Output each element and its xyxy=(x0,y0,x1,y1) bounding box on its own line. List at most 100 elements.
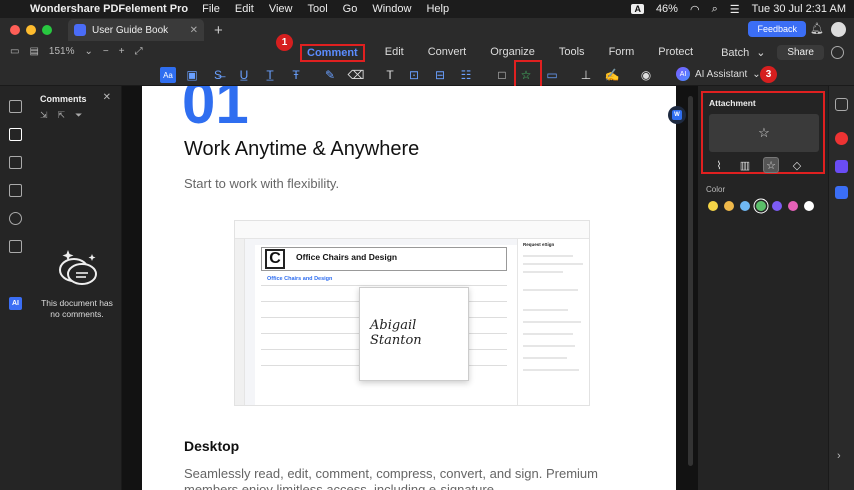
minimize-window-button[interactable] xyxy=(26,25,36,35)
notification-bell-icon[interactable]: 🔔︎ xyxy=(810,22,824,35)
menu-view[interactable]: View xyxy=(269,3,293,15)
thumbnails-icon[interactable] xyxy=(9,100,22,113)
translate-icon[interactable] xyxy=(835,186,848,199)
color-swatch[interactable] xyxy=(804,201,814,211)
eraser-icon[interactable]: ⌫ xyxy=(348,67,365,83)
ai-assistant-label: AI Assistant xyxy=(695,68,748,80)
menu-go[interactable]: Go xyxy=(343,3,358,15)
word-icon: W xyxy=(672,110,682,120)
area-highlight-icon[interactable]: ▣ xyxy=(184,67,200,83)
zoom-level[interactable]: 151% xyxy=(49,46,75,57)
callout-1: 1 xyxy=(276,34,293,51)
embedded-app-screenshot: C Office Chairs and Design Office Chairs… xyxy=(234,220,590,406)
user-avatar[interactable] xyxy=(831,22,846,37)
search-icon[interactable]: ⌕ xyxy=(712,3,718,16)
color-swatch[interactable] xyxy=(708,201,718,211)
new-tab-button[interactable]: + xyxy=(214,22,223,39)
search-panel-icon[interactable] xyxy=(9,212,22,225)
menu-window[interactable]: Window xyxy=(372,3,411,15)
color-swatch[interactable] xyxy=(772,201,782,211)
menu-help[interactable]: Help xyxy=(426,3,449,15)
text-underline-t-icon[interactable]: T̲ xyxy=(262,67,278,83)
stamp-icon[interactable]: ⊥ xyxy=(578,67,594,83)
right-icon-rail: › xyxy=(828,86,854,490)
color-swatch[interactable] xyxy=(740,201,750,211)
convert-to-word-button[interactable]: W xyxy=(668,106,686,124)
highlighter-icon[interactable]: ✎ xyxy=(322,67,338,83)
layers-icon[interactable] xyxy=(9,240,22,253)
pdf-page[interactable]: 01 Work Anytime & Anywhere Start to work… xyxy=(142,86,676,490)
document-tab[interactable]: User Guide Book ✕ xyxy=(68,19,204,41)
window-controls xyxy=(10,25,52,35)
nav-form[interactable]: Form xyxy=(605,44,639,62)
comments-icon[interactable] xyxy=(9,128,22,141)
insert-text-icon[interactable]: Ŧ xyxy=(288,67,304,83)
control-center-icon[interactable]: ☰ xyxy=(730,3,740,16)
embedded-panel-line xyxy=(523,345,575,347)
menu-edit[interactable]: Edit xyxy=(235,3,254,15)
page-heading: Work Anytime & Anywhere xyxy=(184,138,420,160)
feedback-button[interactable]: Feedback xyxy=(748,21,806,37)
app-name-menu[interactable]: Wondershare PDFelement Pro xyxy=(30,3,188,15)
graph-icon[interactable]: ▥ xyxy=(737,157,753,173)
sync-icon[interactable] xyxy=(831,46,844,59)
page-view-icon[interactable]: ▤ xyxy=(29,46,38,57)
measure-icon[interactable]: ▭ xyxy=(544,67,560,83)
strikethrough-icon[interactable]: S̶ xyxy=(210,67,226,83)
vertical-scrollbar[interactable] xyxy=(688,96,693,466)
textbox-frame-icon[interactable]: ⊡ xyxy=(406,67,422,83)
shape-icon[interactable]: □ xyxy=(494,67,510,83)
tag-icon[interactable]: ◇ xyxy=(789,157,805,173)
underline-icon[interactable]: U̲ xyxy=(236,67,252,83)
menu-tool[interactable]: Tool xyxy=(307,3,327,15)
embedded-panel-line xyxy=(523,289,578,291)
zoom-dropdown-icon[interactable]: ⌄ xyxy=(84,46,92,57)
filter-comments-icon[interactable]: ⏷ xyxy=(75,110,82,121)
chevron-right-icon[interactable]: › xyxy=(837,450,841,462)
ai-assistant-button[interactable]: AI AI Assistant ⌄ xyxy=(676,67,761,81)
input-source-indicator[interactable]: A xyxy=(631,4,644,14)
color-swatch[interactable] xyxy=(756,201,766,211)
properties-icon[interactable] xyxy=(835,98,848,111)
attachments-icon[interactable] xyxy=(9,184,22,197)
wifi-icon[interactable]: ◠ xyxy=(690,3,700,16)
maximize-window-button[interactable] xyxy=(42,25,52,35)
zoom-out-icon[interactable]: − xyxy=(103,46,109,57)
embedded-document: C Office Chairs and Design Office Chairs… xyxy=(255,245,517,405)
color-swatch[interactable] xyxy=(788,201,798,211)
battery-status[interactable]: 46% xyxy=(656,3,678,15)
nav-convert[interactable]: Convert xyxy=(424,44,471,62)
color-swatch[interactable] xyxy=(724,201,734,211)
import-comments-icon[interactable]: ⇲ xyxy=(40,110,48,121)
nav-tools[interactable]: Tools xyxy=(555,44,589,62)
record-icon[interactable] xyxy=(835,132,848,145)
nav-batch[interactable]: Batch ⌄ xyxy=(713,44,769,62)
hide-annotations-icon[interactable]: ◉ xyxy=(638,67,654,83)
embedded-rail xyxy=(235,239,245,405)
highlight-box-sticker-tool xyxy=(514,60,542,88)
fit-page-icon[interactable]: ⤢ xyxy=(135,46,143,57)
form-checklist-icon[interactable] xyxy=(835,160,848,173)
ai-sidebar-icon[interactable]: AI xyxy=(9,297,22,310)
datetime[interactable]: Tue 30 Jul 2:31 AM xyxy=(752,3,846,15)
signature-icon[interactable]: ✍ xyxy=(604,67,620,83)
share-button[interactable]: Share xyxy=(777,45,824,60)
note-icon[interactable]: ☷ xyxy=(458,67,474,83)
close-tab-icon[interactable]: ✕ xyxy=(190,25,198,36)
close-panel-icon[interactable]: ✕ xyxy=(103,92,111,103)
comments-panel: Comments ✕ ⇲ ⇱ ⏷ This document has no co… xyxy=(30,86,122,490)
paperclip-icon[interactable]: ⌇ xyxy=(711,157,727,173)
typewriter-icon[interactable]: T xyxy=(382,67,398,83)
sidebar-toggle-icon[interactable]: ▭ xyxy=(10,46,19,57)
callout-box-icon[interactable]: ⊟ xyxy=(432,67,448,83)
nav-comment[interactable]: Comment xyxy=(300,44,365,62)
text-box-icon[interactable]: Aa xyxy=(160,67,176,83)
close-window-button[interactable] xyxy=(10,25,20,35)
nav-edit[interactable]: Edit xyxy=(381,44,408,62)
zoom-in-icon[interactable]: + xyxy=(119,46,125,57)
pushpin-icon[interactable]: ☆ xyxy=(763,157,779,173)
bookmarks-icon[interactable] xyxy=(9,156,22,169)
export-comments-icon[interactable]: ⇱ xyxy=(58,110,66,121)
menu-file[interactable]: File xyxy=(202,3,220,15)
nav-protect[interactable]: Protect xyxy=(654,44,697,62)
